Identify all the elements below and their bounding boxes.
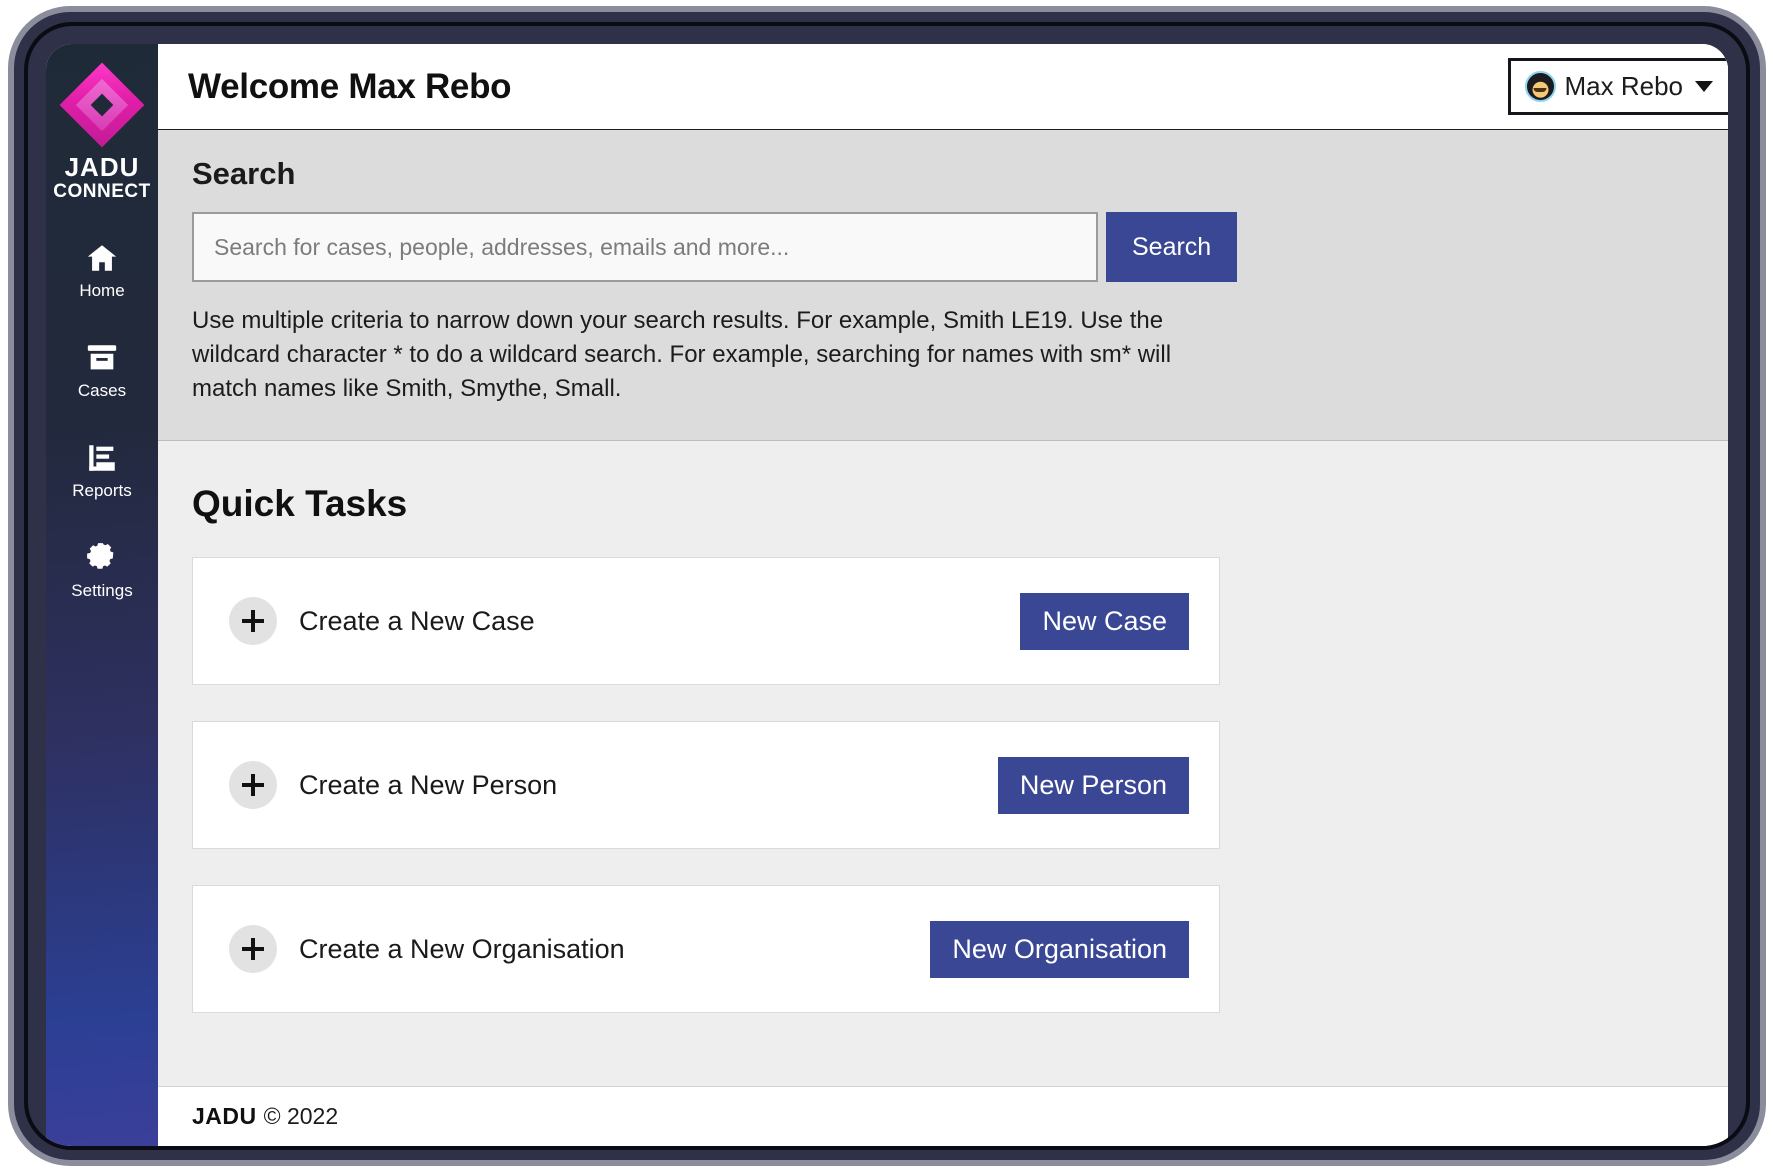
sidebar-item-label: Home — [79, 280, 125, 300]
footer-logo: JADU — [192, 1103, 257, 1129]
sidebar-item-label: Reports — [72, 480, 132, 500]
application-window: JADU CONNECT Home Cases Reports Settings… — [46, 44, 1728, 1146]
brand-subtitle: CONNECT — [53, 180, 151, 202]
new-organisation-button[interactable]: New Organisation — [930, 920, 1189, 978]
sidebar-item-label: Settings — [71, 580, 133, 600]
device-screen: JADU CONNECT Home Cases Reports Settings… — [28, 26, 1746, 1146]
plus-icon — [229, 597, 277, 646]
footer: JADU © 2022 — [158, 1086, 1728, 1146]
device-screen-ring: JADU CONNECT Home Cases Reports Settings… — [24, 22, 1750, 1150]
quick-tasks-section: Quick Tasks Create a New Case New Case C… — [158, 441, 1728, 1086]
plus-icon — [229, 761, 277, 810]
main-content: Welcome Max Rebo Max Rebo Search Search … — [158, 44, 1728, 1146]
sidebar: JADU CONNECT Home Cases Reports Settings — [46, 44, 158, 1146]
quick-task-card-new-organisation: Create a New Organisation New Organisati… — [192, 885, 1220, 1014]
gear-icon — [85, 541, 119, 575]
new-person-button[interactable]: New Person — [997, 756, 1189, 814]
quick-task-card-new-person: Create a New Person New Person — [192, 721, 1220, 850]
search-panel: Search Search Use multiple criteria to n… — [158, 130, 1728, 442]
sidebar-item-reports[interactable]: Reports — [46, 441, 158, 501]
new-case-button[interactable]: New Case — [1020, 592, 1189, 650]
search-row: Search — [192, 212, 1694, 282]
brand-name: JADU — [64, 152, 140, 182]
footer-copyright: © 2022 — [263, 1103, 339, 1129]
search-button[interactable]: Search — [1106, 212, 1238, 282]
sidebar-item-label: Cases — [77, 380, 127, 400]
home-icon — [85, 241, 119, 275]
chevron-down-icon — [1695, 81, 1713, 92]
device-bezel-inner: JADU CONNECT Home Cases Reports Settings… — [14, 12, 1760, 1160]
bar-chart-icon — [85, 441, 119, 475]
user-menu-label: Max Rebo — [1564, 71, 1684, 101]
user-avatar-icon — [1524, 71, 1556, 102]
brand-wordmark: JADU CONNECT — [53, 154, 150, 201]
diamond-logo-icon — [59, 62, 145, 148]
top-bar: Welcome Max Rebo Max Rebo — [158, 44, 1728, 130]
sidebar-item-settings[interactable]: Settings — [46, 541, 158, 601]
archive-box-icon — [85, 341, 119, 375]
search-help-text: Use multiple criteria to narrow down you… — [192, 307, 1172, 403]
quick-task-label: Create a New Person — [299, 769, 558, 800]
device-frame: JADU CONNECT Home Cases Reports Settings… — [8, 6, 1766, 1166]
sidebar-item-cases[interactable]: Cases — [46, 341, 158, 401]
page-title: Welcome Max Rebo — [188, 66, 512, 106]
user-menu-button[interactable]: Max Rebo — [1507, 58, 1728, 115]
search-input[interactable] — [192, 212, 1098, 282]
quick-task-card-new-case: Create a New Case New Case — [192, 557, 1220, 686]
sidebar-item-home[interactable]: Home — [46, 241, 158, 301]
quick-task-label: Create a New Organisation — [299, 933, 625, 964]
search-heading: Search — [192, 156, 296, 191]
quick-task-label: Create a New Case — [299, 605, 535, 636]
quick-tasks-heading: Quick Tasks — [192, 483, 408, 525]
plus-icon — [229, 925, 277, 974]
